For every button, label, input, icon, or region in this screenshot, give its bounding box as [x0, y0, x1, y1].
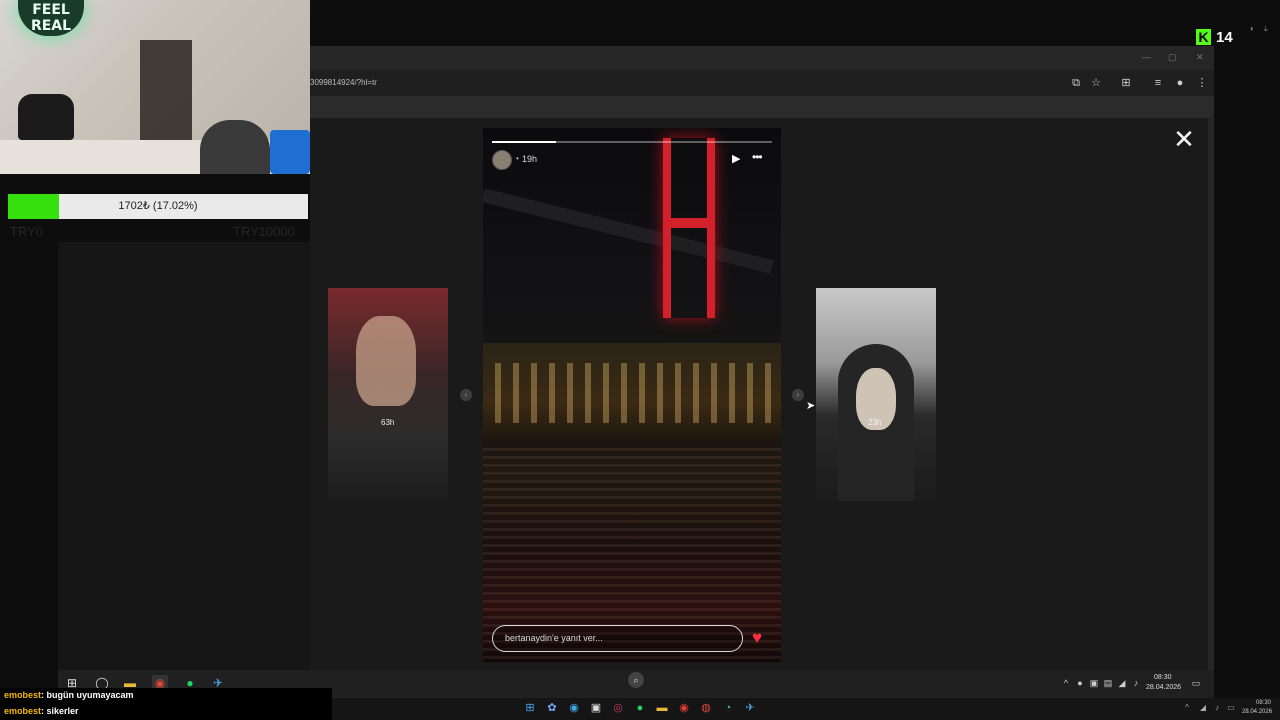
- story-photo: [356, 316, 416, 406]
- next-story-preview[interactable]: 23h: [816, 288, 936, 501]
- previous-story-preview[interactable]: 63h: [328, 288, 448, 501]
- chat-message: emobest: bugün uyumayacam: [4, 690, 134, 700]
- story-progress-fill: [492, 141, 557, 143]
- notification-icon[interactable]: ▭: [1188, 675, 1204, 691]
- webcam-overlay: FEEL REAL: [0, 0, 310, 174]
- chevron-left-icon[interactable]: ‹: [460, 389, 472, 401]
- media-controls-icon[interactable]: ≡: [1151, 76, 1165, 90]
- story-media[interactable]: [483, 128, 781, 662]
- browser-menu-icon[interactable]: ⋮: [1195, 76, 1209, 90]
- donation-label: 1702₺ (17.02%): [118, 200, 198, 212]
- browser-tab-bar: [310, 46, 1214, 70]
- edge-icon[interactable]: ◉: [567, 701, 581, 715]
- shelf: [140, 40, 192, 150]
- store-icon[interactable]: ▣: [589, 701, 603, 715]
- zoom-icon[interactable]: ⌕: [628, 672, 644, 688]
- window-close-icon[interactable]: ✕: [1196, 52, 1204, 63]
- extensions-icon[interactable]: ⊞: [1119, 76, 1133, 90]
- previous-story-time: 63h: [381, 418, 395, 427]
- chevron-right-icon[interactable]: ›: [792, 389, 804, 401]
- bookmark-star-icon[interactable]: ☆: [1089, 76, 1103, 90]
- tray-expand-icon[interactable]: ^: [1180, 701, 1194, 715]
- bridge-crossbar: [663, 218, 715, 228]
- bridge-tower: [663, 138, 715, 318]
- spotify-icon[interactable]: ●: [633, 701, 647, 715]
- donation-max: TRY10000: [233, 224, 295, 239]
- minimize-icon[interactable]: —: [1142, 52, 1151, 62]
- windows-start-icon[interactable]: ⊞: [523, 701, 537, 715]
- city-lights: [483, 363, 781, 423]
- donation-goal-bar: 1702₺ (17.02%): [8, 194, 308, 219]
- chair: [18, 94, 74, 140]
- next-story-time: 23h: [868, 418, 882, 427]
- chat-username: emobest: [4, 706, 42, 716]
- story-progress-bar: [492, 141, 772, 143]
- monitor: [270, 130, 310, 174]
- clock-date[interactable]: 28.04.2026: [1242, 709, 1272, 715]
- chat-text: : sikerler: [41, 706, 79, 716]
- volume-icon[interactable]: ♪: [1128, 675, 1144, 691]
- play-icon[interactable]: ▶: [732, 152, 740, 165]
- avatar[interactable]: [492, 150, 512, 170]
- clock-time[interactable]: 08:30: [1154, 674, 1172, 681]
- download-icon[interactable]: ⤓: [1264, 24, 1268, 34]
- install-app-icon[interactable]: ⧉: [1069, 76, 1083, 90]
- battery-icon[interactable]: ▭: [1224, 701, 1238, 715]
- chat-message: emobest: sikerler: [4, 706, 79, 716]
- steam-icon[interactable]: ✈: [743, 701, 757, 715]
- chat-icon[interactable]: ◐: [1250, 24, 1255, 33]
- whatsapp-icon[interactable]: ◔: [721, 701, 735, 715]
- copilot-icon[interactable]: ✿: [545, 701, 559, 715]
- viewer-count: 14: [1216, 29, 1233, 46]
- chat-text: : bugün uyumayacam: [41, 690, 134, 700]
- clock-date[interactable]: 28.04.2026: [1146, 684, 1181, 691]
- separator-dot: •: [516, 154, 519, 163]
- close-icon[interactable]: ✕: [1172, 126, 1196, 152]
- mouse-cursor-icon: ➤: [806, 400, 816, 412]
- app-icon[interactable]: ◎: [611, 701, 625, 715]
- streamer: [200, 120, 270, 174]
- file-explorer-icon[interactable]: ▬: [655, 701, 669, 715]
- scrollbar[interactable]: [1208, 118, 1214, 670]
- chat-username: emobest: [4, 690, 42, 700]
- reply-input[interactable]: bertanaydin'e yanıt ver...: [492, 625, 743, 652]
- profile-avatar-icon[interactable]: ●: [1173, 76, 1187, 90]
- neon-sign: FEEL REAL: [18, 0, 84, 36]
- app-icon[interactable]: ◉: [677, 701, 691, 715]
- volume-icon[interactable]: ♪: [1210, 701, 1224, 715]
- stream-chat: emobest: bugün uyumayacam emobest: siker…: [0, 688, 332, 720]
- background-page: [58, 242, 310, 670]
- chrome-icon[interactable]: ◍: [699, 701, 713, 715]
- address-bar[interactable]: 3099814924/?hl=tr: [310, 78, 377, 87]
- taskbar: [332, 698, 1280, 720]
- donation-min: TRY0: [10, 224, 43, 239]
- heart-icon[interactable]: ♥: [752, 628, 762, 648]
- maximize-icon[interactable]: ▢: [1168, 52, 1177, 63]
- more-icon[interactable]: •••: [752, 150, 763, 164]
- bookmarks-bar: [310, 96, 1214, 118]
- network-icon[interactable]: ◢: [1196, 701, 1210, 715]
- kick-logo: K: [1196, 29, 1211, 45]
- bridge-deck: [483, 188, 774, 274]
- story-timestamp: 19h: [522, 154, 538, 164]
- clock-time[interactable]: 08:30: [1256, 700, 1271, 706]
